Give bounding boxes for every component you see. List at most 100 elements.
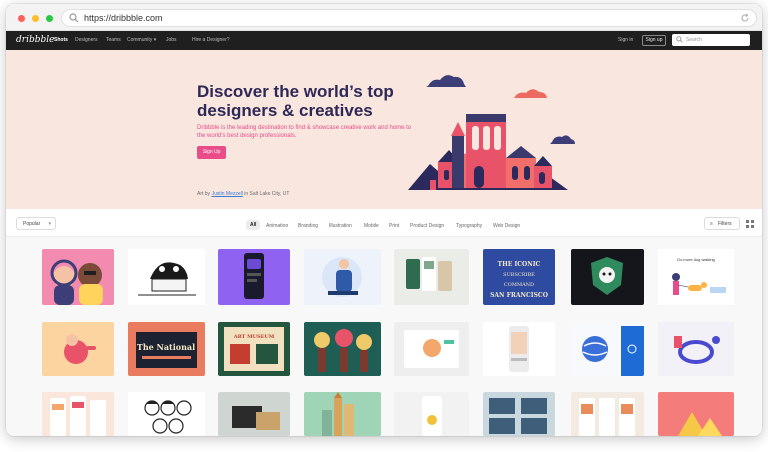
- filter-icon: ≡: [710, 221, 713, 227]
- grid-icon[interactable]: [746, 220, 754, 228]
- shot-thumbnail[interactable]: [304, 249, 381, 305]
- category-branding[interactable]: Branding: [298, 223, 318, 229]
- shot-illustration: Do more dog walking: [672, 257, 726, 295]
- shot-illustration: [591, 257, 623, 295]
- shot-illustration: [406, 257, 452, 291]
- shot-illustration: [232, 406, 280, 430]
- hero-banner: Discover the world’s top designers & cre…: [6, 50, 762, 209]
- category-mobile[interactable]: Mobile: [364, 223, 379, 229]
- shot-thumbnail[interactable]: [128, 392, 205, 436]
- hero-subtitle: Dribbble is the leading destination to f…: [197, 125, 412, 139]
- shot-text: Do more dog walking: [677, 257, 715, 262]
- shot-thumbnail[interactable]: THE ICONIC SUBSCRIBE COMMAND SAN FRANCIS…: [483, 249, 555, 305]
- search-input[interactable]: Search: [672, 34, 750, 46]
- shot-thumbnail[interactable]: [218, 392, 290, 436]
- nav-link-jobs[interactable]: Jobs: [166, 37, 177, 43]
- dribbble-logo[interactable]: dribbble: [16, 35, 54, 45]
- credit-prefix: Art by: [197, 191, 211, 197]
- shot-thumbnail[interactable]: [394, 249, 469, 305]
- hero-sign-up-button[interactable]: Sign Up: [197, 146, 226, 159]
- shot-illustration: [138, 262, 196, 296]
- browser-window: https://dribbble.com dribbble Shots Desi…: [6, 4, 762, 436]
- shot-illustration: [322, 257, 362, 297]
- shot-thumbnail[interactable]: [218, 249, 290, 305]
- nav-link-hire-designer[interactable]: Hire a Designer?: [192, 37, 230, 43]
- site-navbar: dribbble Shots Designers Teams Community…: [6, 31, 762, 50]
- category-web-design[interactable]: Web Design: [493, 223, 520, 229]
- category-typography[interactable]: Typography: [456, 223, 482, 229]
- nav-link-shots[interactable]: Shots: [54, 37, 68, 43]
- shot-illustration: [579, 398, 635, 436]
- shot-thumbnail[interactable]: [394, 392, 469, 436]
- nav-link-community-label: Community: [127, 37, 153, 43]
- maximize-window-button[interactable]: [46, 15, 53, 22]
- shot-illustration: [404, 330, 459, 368]
- shot-text: COMMAND: [504, 282, 534, 288]
- shot-illustration: [509, 326, 529, 372]
- hero-title: Discover the world’s top designers & cre…: [197, 82, 394, 120]
- shot-thumbnail[interactable]: [128, 249, 205, 305]
- shot-thumbnail[interactable]: [394, 322, 469, 376]
- shot-thumbnail[interactable]: [483, 392, 555, 436]
- shot-illustration: [50, 396, 106, 436]
- search-icon: [676, 36, 683, 43]
- shot-illustration: [674, 336, 720, 364]
- chevron-down-icon: ▾: [153, 37, 157, 43]
- close-window-button[interactable]: [18, 15, 25, 22]
- chevron-down-icon: ▾: [48, 221, 51, 227]
- shot-illustration: [322, 392, 354, 436]
- shot-text: SAN FRANCISCO: [490, 292, 548, 299]
- shot-text: SUBSCRIBE: [503, 272, 535, 278]
- shot-thumbnail[interactable]: [658, 392, 734, 436]
- credit-author-link[interactable]: Justin Mezzell: [211, 191, 242, 197]
- shot-illustration: [582, 326, 644, 376]
- shot-thumbnail[interactable]: [42, 392, 114, 436]
- shot-illustration: [489, 398, 547, 434]
- shot-filter-bar: Popular ▾ All Animation Branding Illustr…: [6, 209, 762, 237]
- shot-thumbnail[interactable]: [304, 322, 381, 376]
- search-placeholder: Search: [686, 37, 702, 43]
- shot-text: ART MUSEUM: [233, 334, 275, 340]
- category-product-design[interactable]: Product Design: [410, 223, 444, 229]
- category-all[interactable]: All: [246, 220, 261, 230]
- shot-thumbnail[interactable]: [42, 249, 114, 305]
- sign-up-button[interactable]: Sign up: [642, 35, 666, 46]
- shot-thumbnail[interactable]: [658, 322, 734, 376]
- sort-dropdown[interactable]: Popular ▾: [16, 217, 56, 230]
- shot-thumbnail[interactable]: ART MUSEUM: [218, 322, 290, 376]
- category-print[interactable]: Print: [389, 223, 399, 229]
- search-icon: [69, 13, 79, 23]
- shot-thumbnail[interactable]: [42, 322, 114, 376]
- shot-illustration: The National: [136, 332, 197, 368]
- category-animation[interactable]: Animation: [266, 223, 288, 229]
- shot-thumbnail[interactable]: [571, 392, 644, 436]
- shot-text: The National: [137, 342, 195, 352]
- shot-thumbnail[interactable]: [483, 322, 555, 376]
- shot-text: THE ICONIC: [498, 261, 541, 268]
- filters-button[interactable]: ≡ Filters: [704, 217, 740, 230]
- nav-link-teams[interactable]: Teams: [106, 37, 121, 43]
- reload-icon[interactable]: [740, 13, 750, 23]
- art-credit: Art by Justin Mezzell in Salt Lake City,…: [197, 191, 289, 197]
- shot-illustration: [64, 334, 96, 364]
- address-bar[interactable]: https://dribbble.com: [61, 9, 757, 27]
- category-illustration[interactable]: Illustration: [329, 223, 352, 229]
- shot-illustration: [422, 396, 442, 436]
- shot-illustration: [244, 253, 264, 299]
- shot-thumbnail[interactable]: The National: [128, 322, 205, 376]
- hero-illustration: [408, 75, 575, 190]
- shot-thumbnail[interactable]: Do more dog walking: [658, 249, 734, 305]
- nav-link-community[interactable]: Community ▾: [127, 37, 156, 43]
- shot-thumbnail[interactable]: [571, 322, 644, 376]
- shot-illustration: THE ICONIC SUBSCRIBE COMMAND SAN FRANCIS…: [490, 261, 548, 299]
- nav-link-designers[interactable]: Designers: [75, 37, 98, 43]
- shot-illustration: [314, 329, 372, 372]
- sign-in-link[interactable]: Sign in: [618, 37, 633, 43]
- credit-location: in Salt Lake City, UT: [244, 191, 290, 197]
- shot-illustration: [678, 412, 722, 436]
- browser-chrome: https://dribbble.com: [6, 4, 762, 31]
- shot-thumbnail[interactable]: [304, 392, 381, 436]
- shot-gallery: THE ICONIC SUBSCRIBE COMMAND SAN FRANCIS…: [6, 237, 762, 436]
- shot-thumbnail[interactable]: [571, 249, 644, 305]
- minimize-window-button[interactable]: [32, 15, 39, 22]
